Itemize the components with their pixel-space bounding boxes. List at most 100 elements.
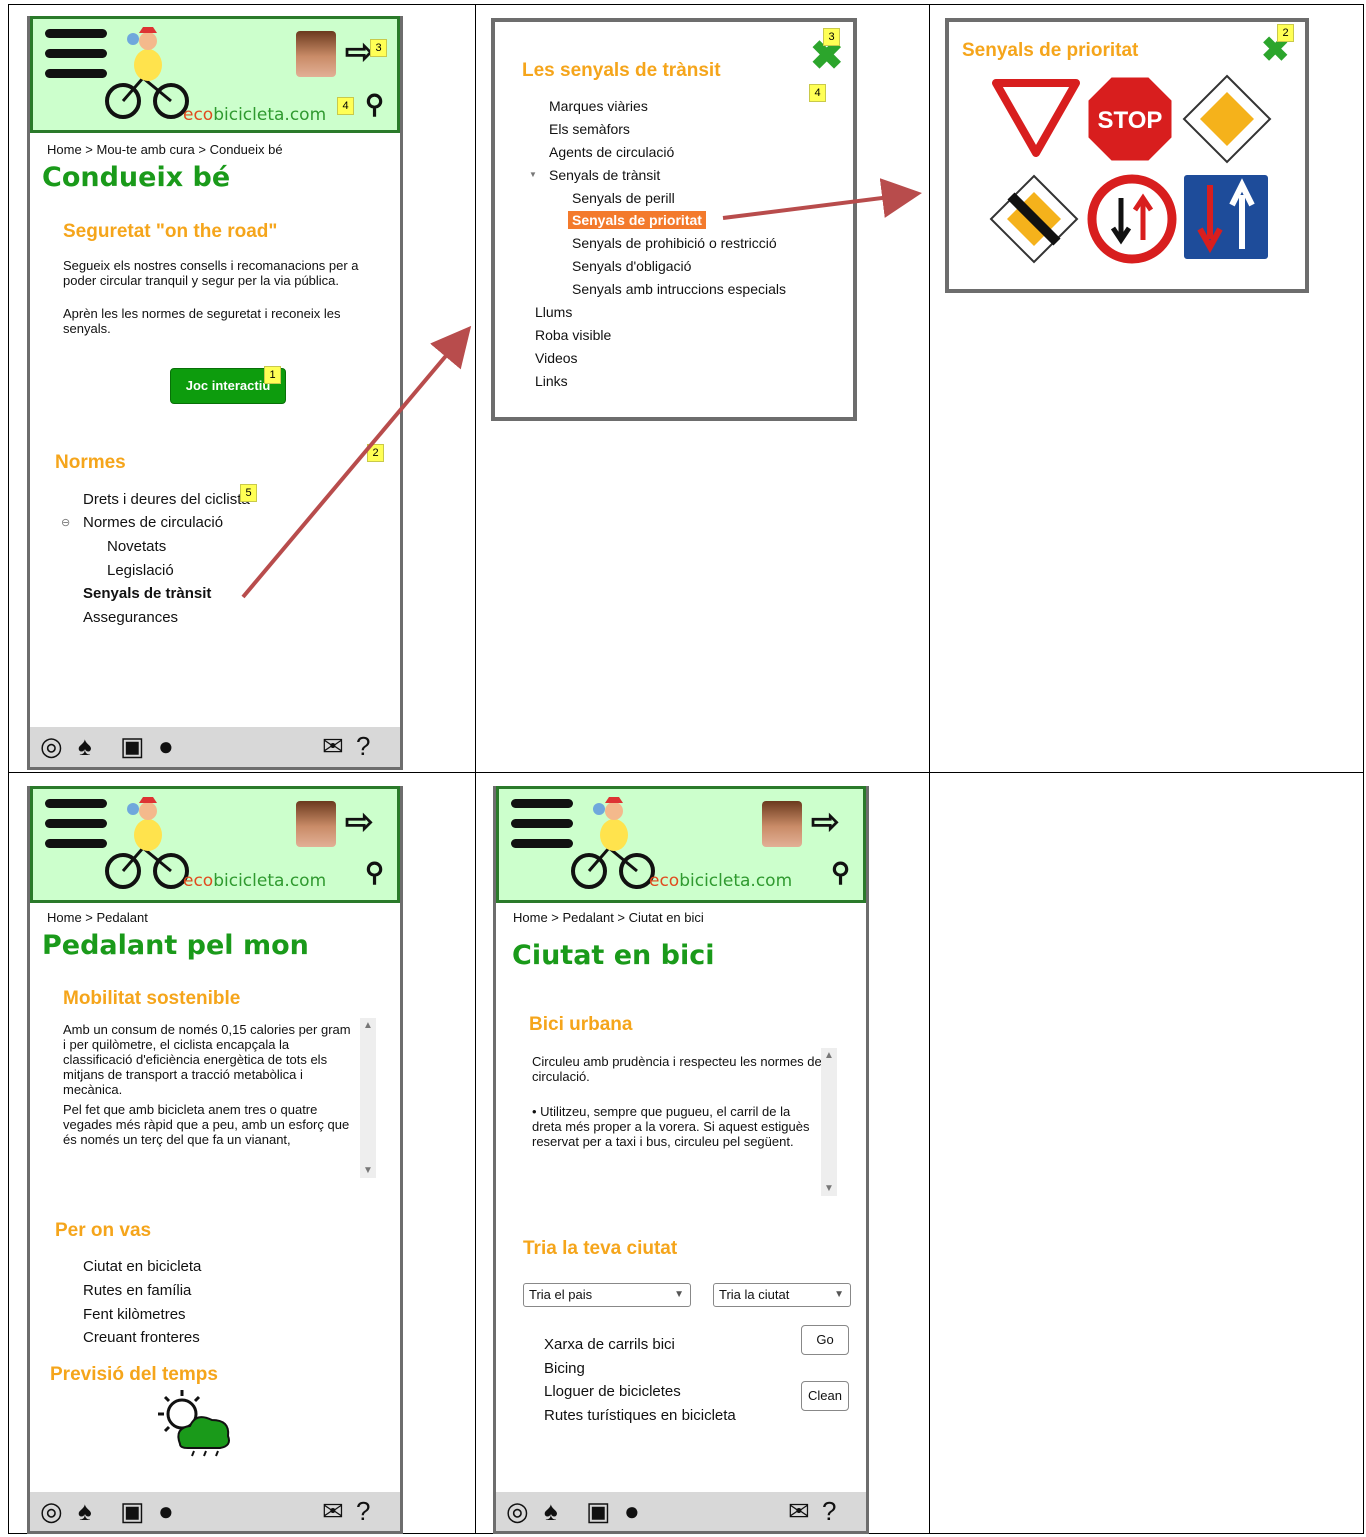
instagram-icon[interactable]: ◎: [40, 731, 63, 761]
youtube-icon[interactable]: ▣: [586, 1496, 611, 1526]
search-icon[interactable]: ⚲: [365, 89, 384, 120]
nav-item-assegurances[interactable]: Assegurances: [83, 609, 178, 626]
menu-subitem[interactable]: Senyals de perill: [572, 190, 675, 206]
scroll-up-icon[interactable]: ▲: [363, 1020, 373, 1031]
menu-icon[interactable]: [511, 799, 573, 859]
spotify-icon[interactable]: ●: [624, 1496, 640, 1526]
twitter-icon[interactable]: ♠: [78, 731, 92, 761]
weather-icon[interactable]: [152, 1388, 236, 1458]
chevron-down-icon: ▼: [674, 1289, 684, 1300]
priority-road-sign-icon: [1182, 74, 1272, 164]
expand-icon[interactable]: ▼: [529, 170, 537, 179]
app-header: ecobicicleta.com ⇨ ⚲: [496, 786, 866, 903]
instagram-icon[interactable]: ◎: [40, 1496, 63, 1526]
spotify-icon[interactable]: ●: [158, 731, 174, 761]
section-title: Previsió del temps: [50, 1364, 218, 1385]
avatar[interactable]: [296, 801, 336, 847]
screen-priority-signs: Senyals de prioritat ✖ 2 STOP: [945, 18, 1309, 293]
breadcrumb: Home > Pedalant > Ciutat en bici: [513, 910, 704, 925]
section-title: Per on vas: [55, 1220, 152, 1241]
app-header: ecobicicleta.com ⇨ ⚲: [30, 786, 400, 903]
cyclist-logo: [105, 27, 189, 119]
avatar[interactable]: [762, 801, 802, 847]
section-title: Normes: [55, 452, 126, 473]
country-select[interactable]: Tria el pais ▼: [523, 1283, 691, 1307]
nav-item[interactable]: Fent kilòmetres: [83, 1306, 186, 1323]
article-paragraph: • Utilitzeu, sempre que pugueu, el carri…: [532, 1104, 810, 1149]
menu-item[interactable]: Senyals de trànsit: [549, 167, 660, 183]
annotation-badge: 4: [809, 84, 826, 102]
menu-item[interactable]: Agents de circulació: [549, 144, 674, 160]
intro-paragraph: Segueix els nostres consells i recomanac…: [63, 258, 359, 288]
nav-item[interactable]: Rutes en família: [83, 1282, 191, 1299]
city-option[interactable]: Xarxa de carrils bici: [544, 1336, 675, 1353]
stop-sign-icon: STOP: [1085, 74, 1175, 164]
go-button[interactable]: Go: [801, 1325, 849, 1355]
city-option[interactable]: Rutes turístiques en bicicleta: [544, 1407, 736, 1424]
screen-pedalant-pel-mon: ecobicicleta.com ⇨ ⚲ Home > Pedalant Ped…: [27, 786, 403, 1534]
nav-item-legislacio[interactable]: Legislació: [107, 562, 174, 579]
spotify-icon[interactable]: ●: [158, 1496, 174, 1526]
instagram-icon[interactable]: ◎: [506, 1496, 529, 1526]
youtube-icon[interactable]: ▣: [120, 1496, 145, 1526]
app-header: ecobicicleta.com ⇨ ⚲ 3 4: [30, 16, 400, 133]
city-select[interactable]: Tria la ciutat ▼: [713, 1283, 851, 1307]
help-icon[interactable]: ?: [356, 1496, 370, 1526]
grid-divider: [8, 772, 1364, 773]
mail-icon[interactable]: ✉: [322, 1496, 344, 1526]
menu-subitem[interactable]: Senyals de prohibició o restricció: [572, 235, 777, 251]
mail-icon[interactable]: ✉: [788, 1496, 810, 1526]
logo-domain: bicicleta.com: [213, 105, 327, 125]
article-scrollbar[interactable]: ▲ ▼: [821, 1048, 837, 1196]
logout-icon[interactable]: ⇨: [811, 805, 840, 839]
nav-item-novetats[interactable]: Novetats: [107, 538, 166, 555]
nav-item-senyals[interactable]: Senyals de trànsit: [83, 585, 211, 602]
search-icon[interactable]: ⚲: [365, 857, 384, 888]
clean-button[interactable]: Clean: [801, 1381, 849, 1411]
yield-sign-icon: [992, 79, 1080, 157]
article-scrollbar[interactable]: ▲ ▼: [360, 1018, 376, 1178]
menu-icon[interactable]: [45, 29, 107, 89]
page-title: Condueix bé: [42, 162, 231, 193]
screen-ciutat-en-bici: ecobicicleta.com ⇨ ⚲ Home > Pedalant > C…: [493, 786, 869, 1534]
collapse-icon[interactable]: ⊖: [61, 516, 70, 529]
nav-item-normes[interactable]: Normes de circulació: [83, 514, 223, 531]
menu-subitem[interactable]: Senyals amb intruccions especials: [572, 281, 786, 297]
menu-item[interactable]: Videos: [535, 350, 578, 366]
section-title: Bici urbana: [529, 1014, 633, 1035]
annotation-badge: 1: [264, 366, 281, 384]
social-footer: ◎ ♠ ▣ ● ✉ ?: [30, 1492, 400, 1531]
section-title: Mobilitat sostenible: [63, 988, 241, 1009]
scroll-down-icon[interactable]: ▼: [363, 1165, 373, 1176]
city-option[interactable]: Lloguer de bicicletes: [544, 1383, 681, 1400]
menu-item[interactable]: Marques viàries: [549, 98, 648, 114]
end-priority-road-sign-icon: [989, 174, 1079, 264]
nav-item-drets[interactable]: Drets i deures del ciclista: [83, 491, 250, 508]
nav-item[interactable]: Creuant fronteres: [83, 1329, 200, 1346]
scroll-down-icon[interactable]: ▼: [824, 1183, 834, 1194]
chevron-down-icon: ▼: [834, 1289, 844, 1300]
menu-item[interactable]: Llums: [535, 304, 572, 320]
menu-icon[interactable]: [45, 799, 107, 859]
twitter-icon[interactable]: ♠: [544, 1496, 558, 1526]
grid-divider: [929, 4, 930, 1534]
avatar[interactable]: [296, 31, 336, 77]
mail-icon[interactable]: ✉: [322, 731, 344, 761]
city-option[interactable]: Bicing: [544, 1360, 585, 1377]
menu-item[interactable]: Els semàfors: [549, 121, 630, 137]
scroll-up-icon[interactable]: ▲: [824, 1050, 834, 1061]
logout-icon[interactable]: ⇨: [345, 805, 374, 839]
help-icon[interactable]: ?: [356, 731, 370, 761]
breadcrumb: Home > Mou-te amb cura > Condueix bé: [47, 142, 283, 157]
menu-item[interactable]: Links: [535, 373, 568, 389]
help-icon[interactable]: ?: [822, 1496, 836, 1526]
nav-item[interactable]: Ciutat en bicicleta: [83, 1258, 201, 1275]
youtube-icon[interactable]: ▣: [120, 731, 145, 761]
article-paragraph: Pel fet que amb bicicleta anem tres o qu…: [63, 1102, 350, 1147]
section-title: Seguretat "on the road": [63, 221, 278, 242]
twitter-icon[interactable]: ♠: [78, 1496, 92, 1526]
menu-item[interactable]: Roba visible: [535, 327, 611, 343]
menu-subitem[interactable]: Senyals d'obligació: [572, 258, 691, 274]
menu-subitem-active[interactable]: Senyals de prioritat: [568, 211, 706, 229]
search-icon[interactable]: ⚲: [831, 857, 850, 888]
